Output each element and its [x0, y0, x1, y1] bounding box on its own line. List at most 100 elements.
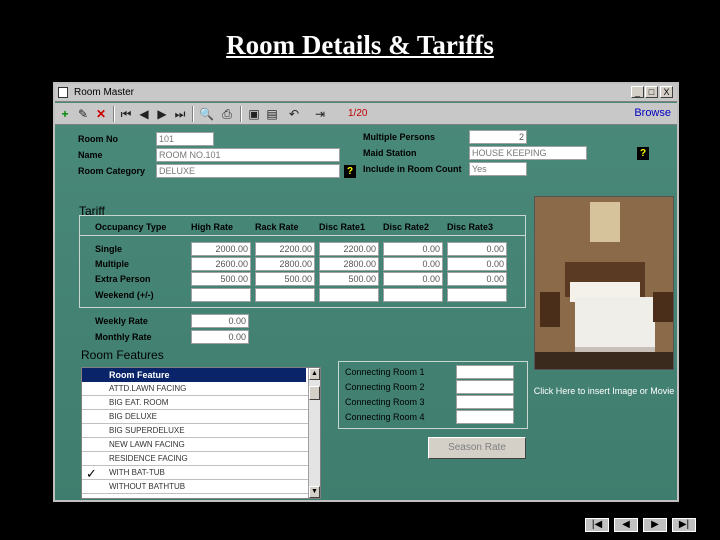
scroll-thumb[interactable] — [309, 386, 320, 400]
single-disc-rate2[interactable]: 0.00 — [383, 242, 443, 256]
weekly-rate-field[interactable]: 0.00 — [191, 314, 249, 328]
room-photo[interactable] — [534, 196, 674, 370]
name-field[interactable]: ROOM NO.101 — [156, 148, 340, 162]
minimize-button[interactable]: _ — [631, 86, 644, 98]
weekend-disc-rate2[interactable] — [383, 288, 443, 302]
toolbar-separator — [192, 106, 194, 122]
first-record-icon[interactable]: ⏮ — [119, 107, 133, 121]
connecting-room-1-label: Connecting Room 1 — [345, 367, 425, 377]
extra-person-disc-rate1[interactable]: 500.00 — [319, 272, 379, 286]
window-icon — [58, 87, 68, 98]
list-item[interactable]: BIG EAT. ROOM — [82, 396, 320, 410]
include-room-count-label: Include in Room Count — [363, 164, 462, 174]
monthly-rate-field[interactable]: 0.00 — [191, 330, 249, 344]
maid-station-help-button[interactable]: ? — [637, 147, 649, 160]
disc-rate1-header: Disc Rate1 — [319, 222, 366, 232]
list-item[interactable]: RESIDENCE FACING — [82, 452, 320, 466]
extra-person-disc-rate3[interactable]: 0.00 — [447, 272, 507, 286]
connecting-room-4-label: Connecting Room 4 — [345, 412, 425, 422]
weekend-rack-rate[interactable] — [255, 288, 315, 302]
occupancy-type-header: Occupancy Type — [95, 222, 167, 232]
feature-checkmark-icon[interactable]: ✓ — [86, 466, 97, 482]
delete-icon[interactable]: ✕ — [94, 107, 108, 121]
connecting-room-4-field[interactable] — [456, 410, 514, 424]
single-disc-rate1[interactable]: 2200.00 — [319, 242, 379, 256]
high-rate-header: High Rate — [191, 222, 234, 232]
features-scrollbar[interactable]: ▲ ▼ — [308, 368, 320, 498]
list-item[interactable]: BIG DELUXE — [82, 410, 320, 424]
weekly-rate-label: Weekly Rate — [95, 316, 148, 326]
room-photo-image — [535, 197, 673, 369]
multiple-disc-rate1[interactable]: 2800.00 — [319, 257, 379, 271]
scroll-up-icon[interactable]: ▲ — [309, 368, 320, 380]
list-item[interactable]: WITH BAT-TUB — [82, 466, 320, 480]
extra-person-rack-rate[interactable]: 500.00 — [255, 272, 315, 286]
multiple-label: Multiple — [95, 259, 129, 269]
multiple-disc-rate3[interactable]: 0.00 — [447, 257, 507, 271]
include-room-count-field[interactable]: Yes — [469, 162, 527, 176]
toolbar-separator — [113, 106, 115, 122]
tariff-divider — [79, 235, 526, 236]
connecting-room-3-label: Connecting Room 3 — [345, 397, 425, 407]
extra-person-disc-rate2[interactable]: 0.00 — [383, 272, 443, 286]
scroll-down-icon[interactable]: ▼ — [309, 486, 320, 498]
list-item[interactable]: WITHOUT BATHTUB — [82, 480, 320, 494]
single-label: Single — [95, 244, 123, 254]
maximize-button[interactable]: □ — [645, 86, 658, 98]
multiple-rack-rate[interactable]: 2800.00 — [255, 257, 315, 271]
record-counter: 1/20 — [348, 108, 368, 119]
close-button[interactable]: X — [660, 86, 673, 98]
single-disc-rate3[interactable]: 0.00 — [447, 242, 507, 256]
single-rack-rate[interactable]: 2200.00 — [255, 242, 315, 256]
monthly-rate-label: Monthly Rate — [95, 332, 152, 342]
find-icon[interactable]: 🔍 — [199, 107, 214, 121]
multiple-high-rate[interactable]: 2600.00 — [191, 257, 251, 271]
last-record-icon[interactable]: ⏭ — [173, 107, 187, 121]
extra-person-high-rate[interactable]: 500.00 — [191, 272, 251, 286]
room-category-field[interactable]: DELUXE — [156, 164, 340, 178]
multiple-disc-rate2[interactable]: 0.00 — [383, 257, 443, 271]
last-slide-button[interactable]: ▶| — [672, 518, 696, 532]
list-item[interactable]: ATTD.LAWN FACING — [82, 382, 320, 396]
multiple-persons-field[interactable]: 2 — [469, 130, 527, 144]
season-rate-button[interactable]: Season Rate — [428, 437, 526, 459]
previous-record-icon[interactable]: ◀ — [137, 107, 151, 121]
maid-station-label: Maid Station — [363, 148, 417, 158]
previous-slide-button[interactable]: ◀ — [614, 518, 638, 532]
browse-link[interactable]: Browse — [634, 107, 671, 119]
room-feature-column-header[interactable]: Room Feature — [82, 368, 306, 382]
connecting-room-3-field[interactable] — [456, 395, 514, 409]
weekend-high-rate[interactable] — [191, 288, 251, 302]
print-icon[interactable]: ⎙ — [220, 107, 234, 121]
exit-icon[interactable]: ⇥ — [313, 107, 327, 121]
edit-icon[interactable]: ✎ — [76, 107, 90, 121]
extra-person-label: Extra Person — [95, 274, 151, 284]
first-slide-button[interactable]: |◀ — [585, 518, 609, 532]
room-no-label: Room No — [78, 134, 118, 144]
room-master-window: Room Master _ □ X + ✎ ✕ ⏮ ◀ ▶ ⏭ 🔍 ⎙ ▣ ▤ … — [53, 82, 679, 502]
room-category-label: Room Category — [78, 166, 146, 176]
list-item[interactable]: BIG SUPERDELUXE — [82, 424, 320, 438]
maid-station-field[interactable]: HOUSE KEEPING — [469, 146, 587, 160]
save-icon[interactable]: ▣ — [247, 107, 261, 121]
save-close-icon[interactable]: ▤ — [265, 107, 279, 121]
room-no-field[interactable]: 101 — [156, 132, 214, 146]
connecting-room-2-label: Connecting Room 2 — [345, 382, 425, 392]
weekend-label: Weekend (+/-) — [95, 290, 154, 300]
connecting-room-1-field[interactable] — [456, 365, 514, 379]
category-help-button[interactable]: ? — [344, 165, 356, 178]
undo-icon[interactable]: ↶ — [287, 107, 301, 121]
insert-image-caption[interactable]: Click Here to insert Image or Movie — [532, 385, 676, 397]
weekend-disc-rate3[interactable] — [447, 288, 507, 302]
next-record-icon[interactable]: ▶ — [155, 107, 169, 121]
name-label: Name — [78, 150, 103, 160]
single-high-rate[interactable]: 2000.00 — [191, 242, 251, 256]
weekend-disc-rate1[interactable] — [319, 288, 379, 302]
toolbar-separator — [240, 106, 242, 122]
next-slide-button[interactable]: ▶ — [643, 518, 667, 532]
connecting-room-2-field[interactable] — [456, 380, 514, 394]
room-features-title: Room Features — [81, 348, 164, 362]
list-item[interactable]: NEW LAWN FACING — [82, 438, 320, 452]
multiple-persons-label: Multiple Persons — [363, 132, 436, 142]
add-icon[interactable]: + — [58, 107, 72, 121]
